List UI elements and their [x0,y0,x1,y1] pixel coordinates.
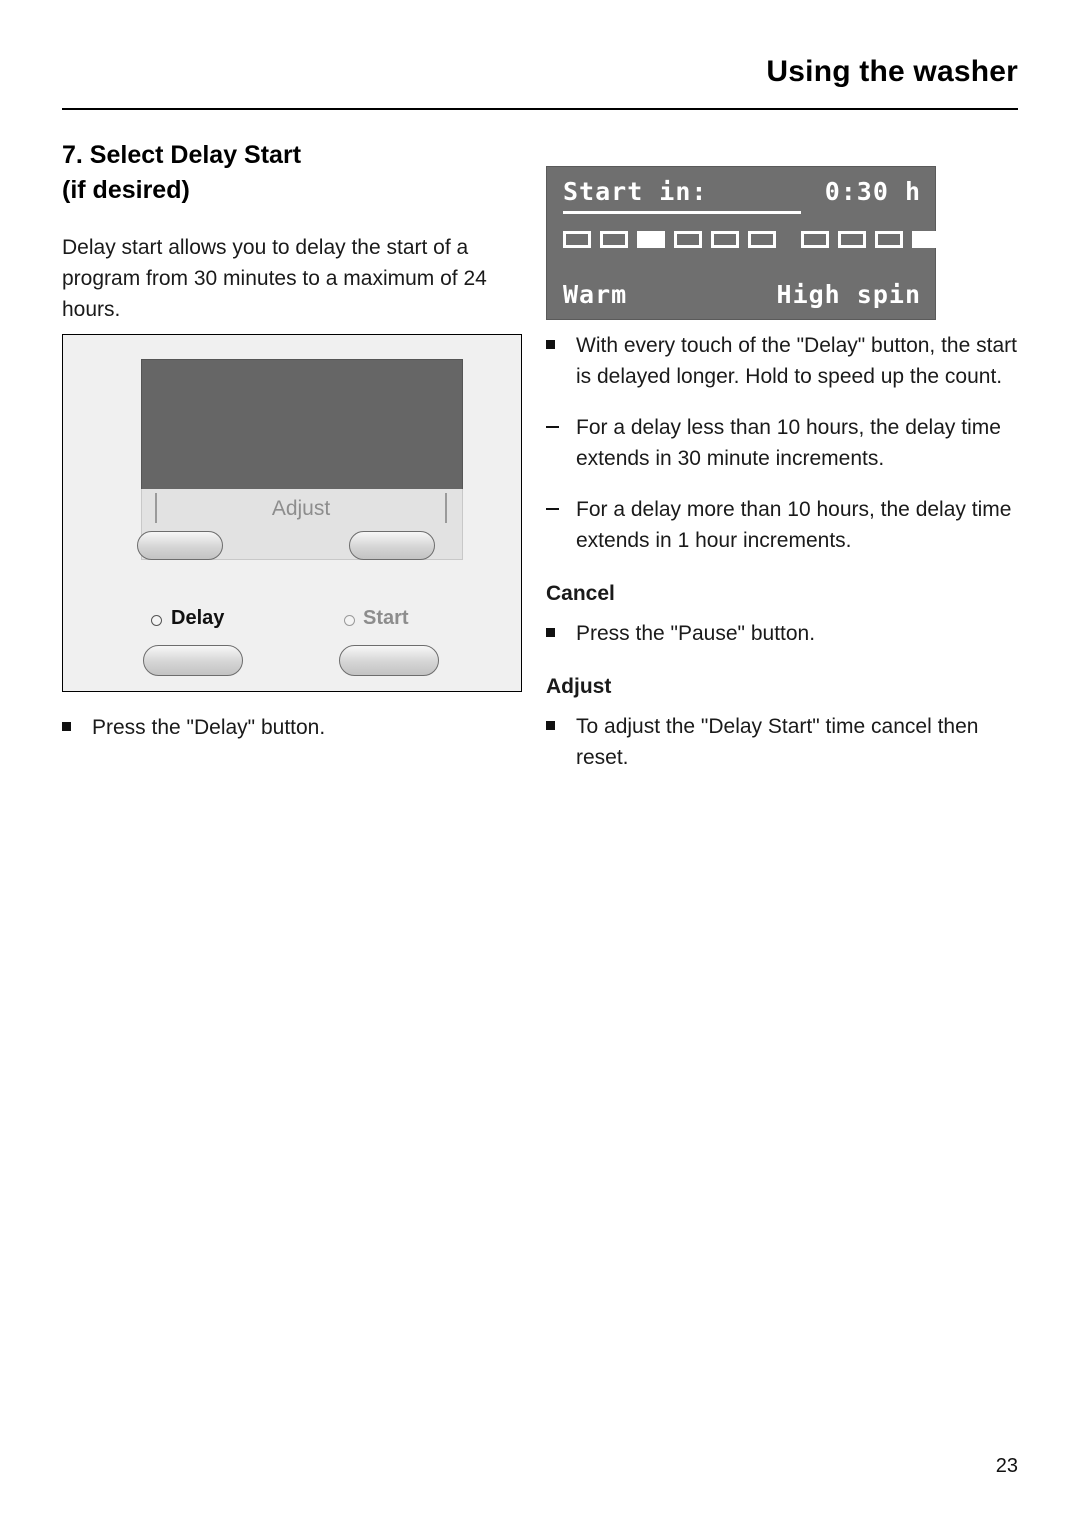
adjust-plus-button[interactable] [349,531,435,560]
lcd-time-value: 0:30 h [824,177,921,206]
right-column: With every touch of the "Delay" button, … [546,330,1018,793]
bullet-less-than-10-hours-text: For a delay less than 10 hours, the dela… [576,416,1001,470]
left-column: 7. Select Delay Start (if desired) Delay… [62,138,522,325]
lcd-segment-active [912,231,940,248]
bullet-square-icon [546,330,555,361]
lcd-segment [563,231,591,248]
delay-indicator-led-icon [151,615,162,626]
panel-display-screen [141,359,463,491]
panel-start-label: Start [363,607,409,629]
bullet-square-icon [546,618,555,649]
bullet-square-icon [62,712,71,743]
lcd-segment [949,231,977,248]
delay-button[interactable] [143,645,243,676]
lcd-segment [801,231,829,248]
adjust-instruction: To adjust the "Delay Start" time cancel … [546,711,1018,773]
section-heading-line1: 7. Select Delay Start [62,141,302,169]
panel-delay-label: Delay [171,607,225,629]
lcd-segment [875,231,903,248]
section-heading: 7. Select Delay Start (if desired) [62,138,522,208]
lcd-segment [748,231,776,248]
lcd-segment [838,231,866,248]
bullet-more-than-10-hours: For a delay more than 10 hours, the dela… [546,494,1018,556]
cancel-instruction-text: Press the "Pause" button. [576,622,816,645]
page-header-title: Using the washer [766,55,1018,88]
header-divider [62,108,1018,110]
lcd-temperature-value: Warm [563,280,628,309]
panel-adjust-label: Adjust [271,497,331,520]
lcd-start-in-label: Start in: [563,177,708,206]
cancel-instruction: Press the "Pause" button. [546,618,1018,649]
lcd-segment-active [637,231,665,248]
bullet-delay-touch-text: With every touch of the "Delay" button, … [576,334,1017,388]
lcd-segment [600,231,628,248]
bullet-dash-icon [546,412,559,443]
bullet-delay-touch: With every touch of the "Delay" button, … [546,330,1018,392]
cancel-heading: Cancel [546,582,615,605]
lcd-segment [674,231,702,248]
lcd-display: Start in: 0:30 h Warm High spin [546,166,977,320]
lcd-segment [711,231,739,248]
adjust-heading: Adjust [546,675,612,698]
left-caption-block: Press the "Delay" button. [62,712,532,763]
bullet-dash-icon [546,494,559,525]
control-panel-illustration: Adjust Delay Start [62,334,522,692]
manual-page: Using the washer 7. Select Delay Start (… [0,0,1080,1529]
lcd-underline [563,211,801,214]
page-number: 23 [995,1455,1018,1477]
start-indicator-led-icon [344,615,355,626]
start-button[interactable] [339,645,439,676]
bullet-more-than-10-hours-text: For a delay more than 10 hours, the dela… [576,498,1012,552]
section-heading-line2: (if desired) [62,176,190,204]
left-caption-text: Press the "Delay" button. [92,716,326,739]
bullet-square-icon [546,711,555,742]
adjust-instruction-text: To adjust the "Delay Start" time cancel … [576,715,979,769]
adjust-minus-button[interactable] [137,531,223,560]
lcd-progress-segments [563,231,986,248]
bullet-less-than-10-hours: For a delay less than 10 hours, the dela… [546,412,1018,474]
intro-paragraph: Delay start allows you to delay the star… [62,236,487,321]
left-caption-bullet: Press the "Delay" button. [62,712,532,743]
lcd-spin-value: High spin [776,280,921,309]
